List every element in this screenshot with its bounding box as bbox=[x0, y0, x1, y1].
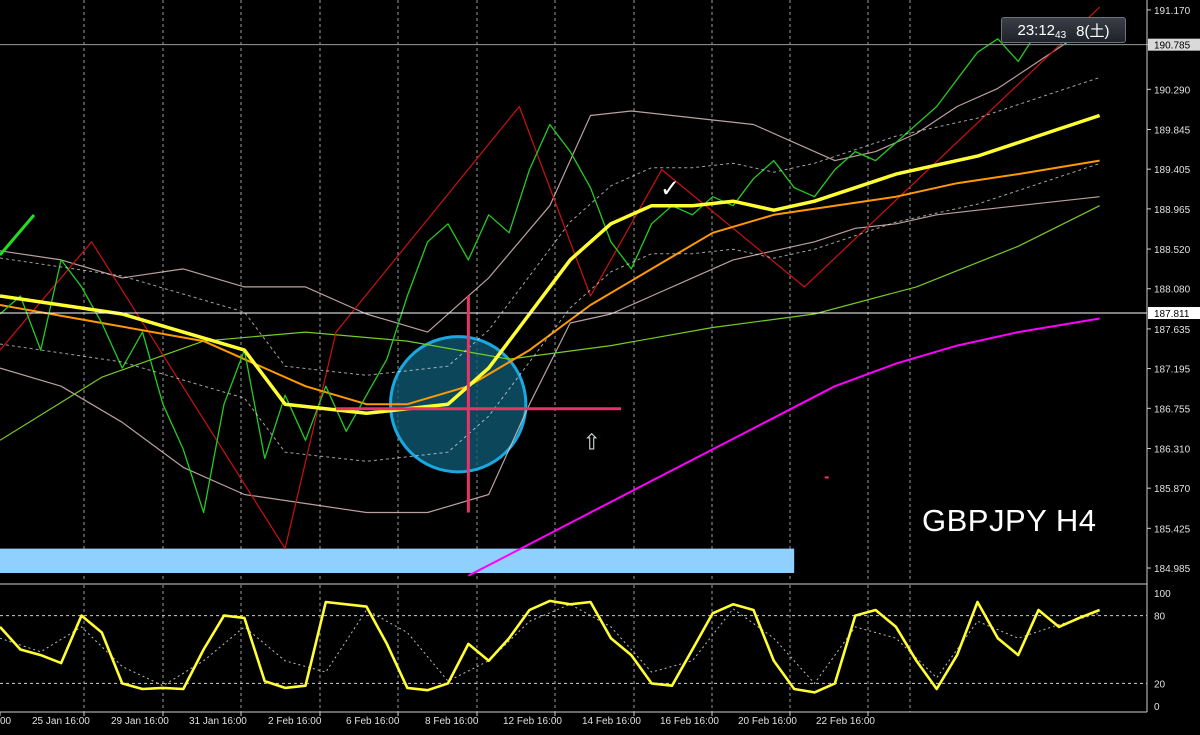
x-tick-label: 20 Feb 16:00 bbox=[738, 716, 797, 727]
x-tick-label: 29 Jan 16:00 bbox=[111, 716, 169, 727]
x-tick-label: 8 Feb 16:00 bbox=[425, 716, 479, 727]
x-tick-label: 00 bbox=[0, 716, 12, 727]
clock-time: 23:12 bbox=[1017, 21, 1056, 39]
y-tick-label: 188.965 bbox=[1154, 205, 1191, 216]
y-tick-label: 186.755 bbox=[1154, 404, 1191, 415]
y-tick-label: 186.310 bbox=[1154, 444, 1191, 455]
server-clock: 23:1243 8(土) bbox=[1001, 17, 1126, 43]
highlight-circle bbox=[389, 335, 528, 474]
y-tick-label: 189.405 bbox=[1154, 165, 1191, 176]
clock-seconds: 43 bbox=[1055, 29, 1067, 41]
price-tag-label: 190.785 bbox=[1154, 41, 1191, 52]
osc-y-tick-label: 20 bbox=[1154, 679, 1166, 690]
osc-y-tick-label: 100 bbox=[1154, 589, 1171, 600]
osc-y-tick-label: 0 bbox=[1154, 702, 1160, 713]
y-tick-label: 190.290 bbox=[1154, 85, 1191, 96]
x-tick-label: 14 Feb 16:00 bbox=[582, 716, 641, 727]
y-tick-label: 187.195 bbox=[1154, 365, 1191, 376]
demand-zone bbox=[0, 548, 795, 573]
y-tick-label: 184.985 bbox=[1154, 564, 1191, 575]
x-tick-label: 2 Feb 16:00 bbox=[268, 716, 322, 727]
x-tick-label: 25 Jan 16:00 bbox=[32, 716, 90, 727]
chart-root: ✓ ⇧ 191.170 190.785 190.290 189.845 189.405 18… bbox=[0, 0, 1200, 730]
clock-date: 8(土) bbox=[1076, 22, 1110, 40]
x-tick-label: 16 Feb 16:00 bbox=[660, 716, 719, 727]
clock-time-group: 23:1243 bbox=[1017, 21, 1067, 41]
y-tick-label: 185.870 bbox=[1154, 484, 1191, 495]
chart-canvas[interactable]: ✓ ⇧ 191.170 190.785 190.290 189.845 189.405 18… bbox=[0, 0, 1200, 730]
x-tick-label: 12 Feb 16:00 bbox=[503, 716, 562, 727]
y-tick-label: 188.520 bbox=[1154, 245, 1191, 256]
y-tick-label: 191.170 bbox=[1154, 6, 1191, 17]
y-tick-label: 189.845 bbox=[1154, 125, 1191, 136]
y-tick-label: 185.425 bbox=[1154, 524, 1191, 535]
y-tick-label: 187.635 bbox=[1154, 325, 1191, 336]
symbol-timeframe-label: GBPJPY H4 bbox=[922, 503, 1097, 538]
osc-y-tick-label: 80 bbox=[1154, 612, 1166, 623]
price-tag-label: 187.811 bbox=[1154, 309, 1190, 320]
x-tick-label: 31 Jan 16:00 bbox=[189, 716, 247, 727]
marker-dot bbox=[824, 476, 829, 479]
x-tick-label: 6 Feb 16:00 bbox=[346, 716, 400, 727]
checkmark-icon: ✓ bbox=[660, 176, 680, 203]
arrow-up-icon: ⇧ bbox=[583, 429, 601, 454]
x-tick-label: 22 Feb 16:00 bbox=[816, 716, 875, 727]
y-tick-label: 188.080 bbox=[1154, 285, 1191, 296]
